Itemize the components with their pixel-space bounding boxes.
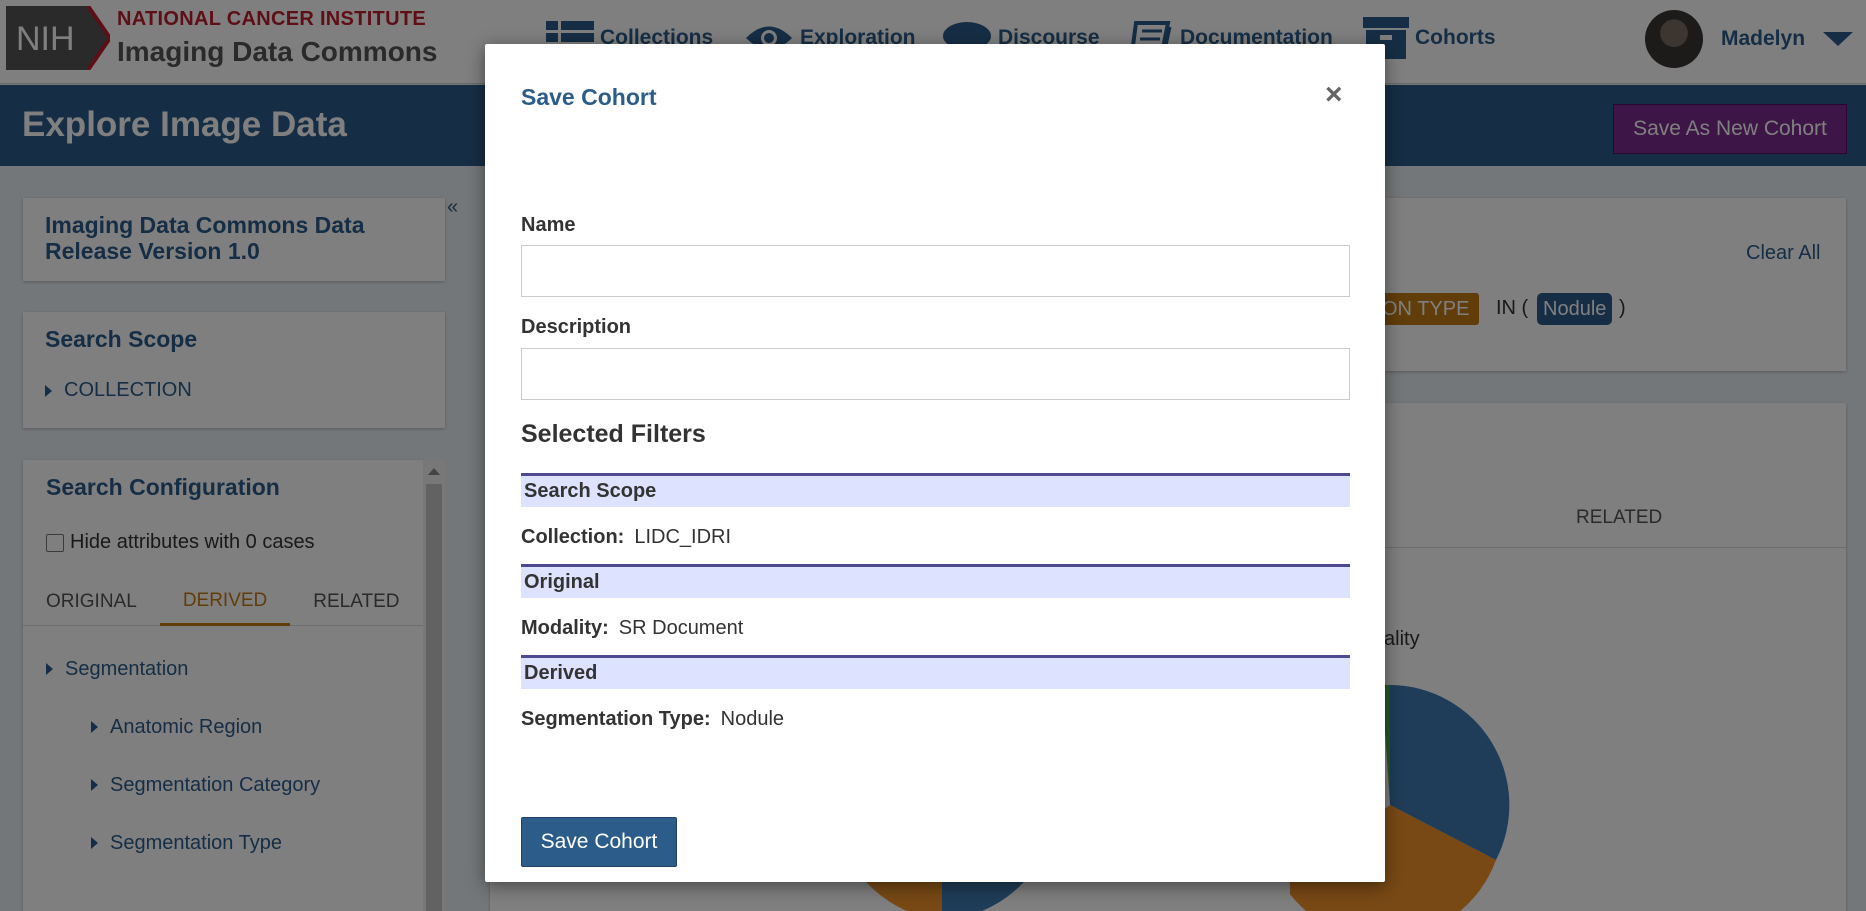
filter-row-segmentation-type: Segmentation Type: Nodule [521,708,784,731]
filter-value: SR Document [618,617,744,639]
filter-group-derived: Derived [521,655,1350,689]
dialog-title: Save Cohort [521,84,657,110]
filter-value: LIDC_IDRI [634,526,732,548]
filter-value: Nodule [720,708,785,730]
name-label: Name [521,214,576,236]
filter-row-collection: Collection: LIDC_IDRI [521,526,731,549]
cohort-name-input[interactable] [521,245,1350,297]
description-label: Description [521,316,632,338]
filter-group-original: Original [521,564,1350,598]
selected-filters-title: Selected Filters [521,420,706,448]
filter-group-search-scope: Search Scope [521,473,1350,507]
save-cohort-dialog: Save Cohort × Name Description Selected … [485,44,1385,882]
close-icon[interactable]: × [1325,80,1343,110]
filter-key: Modality: [521,617,609,639]
filter-key: Segmentation Type: [521,708,711,730]
filter-key: Collection: [521,526,625,548]
save-cohort-button[interactable]: Save Cohort [521,817,677,867]
cohort-description-input[interactable] [521,348,1350,400]
filter-row-modality: Modality: SR Document [521,617,743,640]
